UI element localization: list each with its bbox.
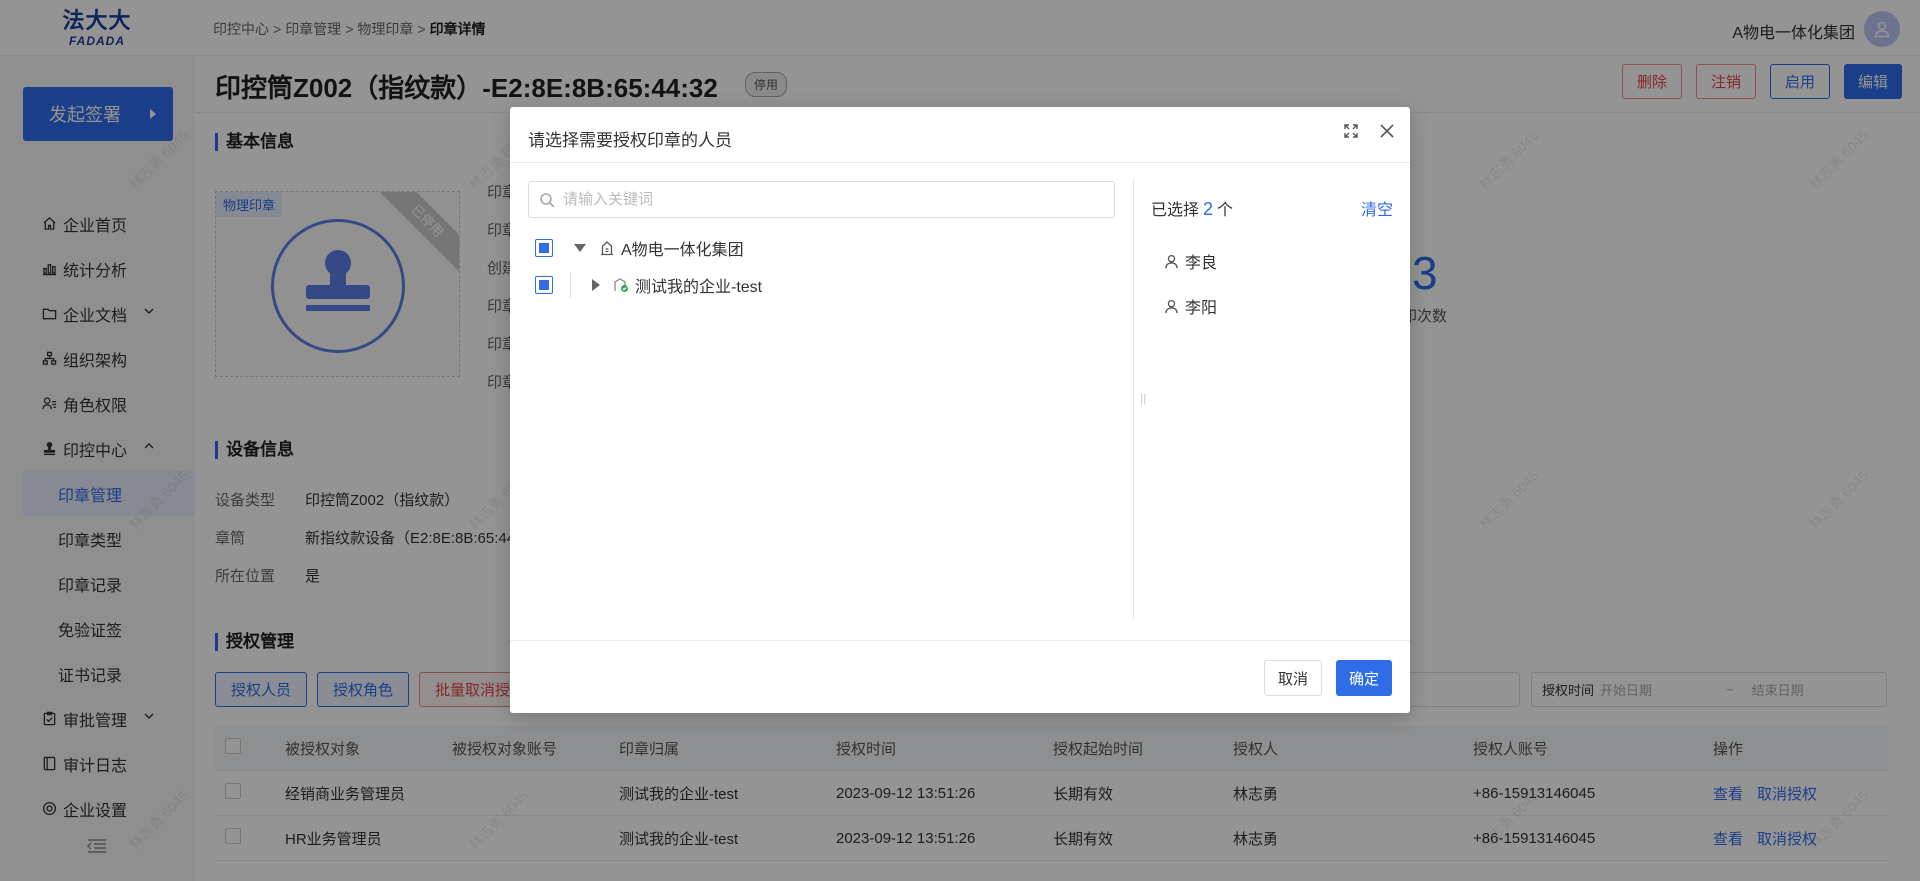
- verified-company-icon: [614, 278, 628, 292]
- close-icon[interactable]: [1380, 124, 1394, 142]
- org-tree-panel: A物电一体化集团 测试我的企业-test: [510, 163, 1133, 630]
- selected-person[interactable]: 李良: [1164, 249, 1217, 273]
- selected-count-label: 已选择 2 个: [1151, 199, 1234, 219]
- dialog-footer: 取消 确定: [510, 640, 1410, 713]
- tree-checkbox[interactable]: [535, 276, 553, 294]
- tree-node-company[interactable]: 测试我的企业-test: [535, 272, 762, 298]
- caret-down-icon[interactable]: [574, 243, 586, 253]
- dialog-header: 请选择需要授权印章的人员: [510, 107, 1410, 163]
- search-icon: [540, 192, 555, 208]
- tree-checkbox[interactable]: [535, 239, 553, 257]
- fullscreen-icon[interactable]: [1344, 124, 1358, 142]
- search-input[interactable]: [563, 191, 1103, 208]
- confirm-button[interactable]: 确定: [1335, 660, 1392, 696]
- user-icon: [1165, 254, 1178, 268]
- select-person-dialog: 请选择需要授权印章的人员 A物电一体化集团 测试我的企业-test: [510, 107, 1410, 713]
- tree-guide-line: [570, 272, 571, 298]
- user-icon: [1165, 299, 1178, 313]
- dialog-title: 请选择需要授权印章的人员: [528, 131, 732, 150]
- search-field[interactable]: [528, 181, 1115, 218]
- tree-node-group[interactable]: A物电一体化集团: [535, 235, 744, 261]
- caret-right-icon[interactable]: [591, 279, 601, 291]
- clear-selection-link[interactable]: 清空: [1361, 196, 1393, 220]
- cancel-button[interactable]: 取消: [1263, 660, 1322, 696]
- building-icon: [601, 241, 613, 256]
- selected-count: 2: [1203, 199, 1214, 219]
- selected-panel: 已选择 2 个 清空 李良 李阳: [1134, 163, 1410, 630]
- selected-person[interactable]: 李阳: [1164, 294, 1217, 318]
